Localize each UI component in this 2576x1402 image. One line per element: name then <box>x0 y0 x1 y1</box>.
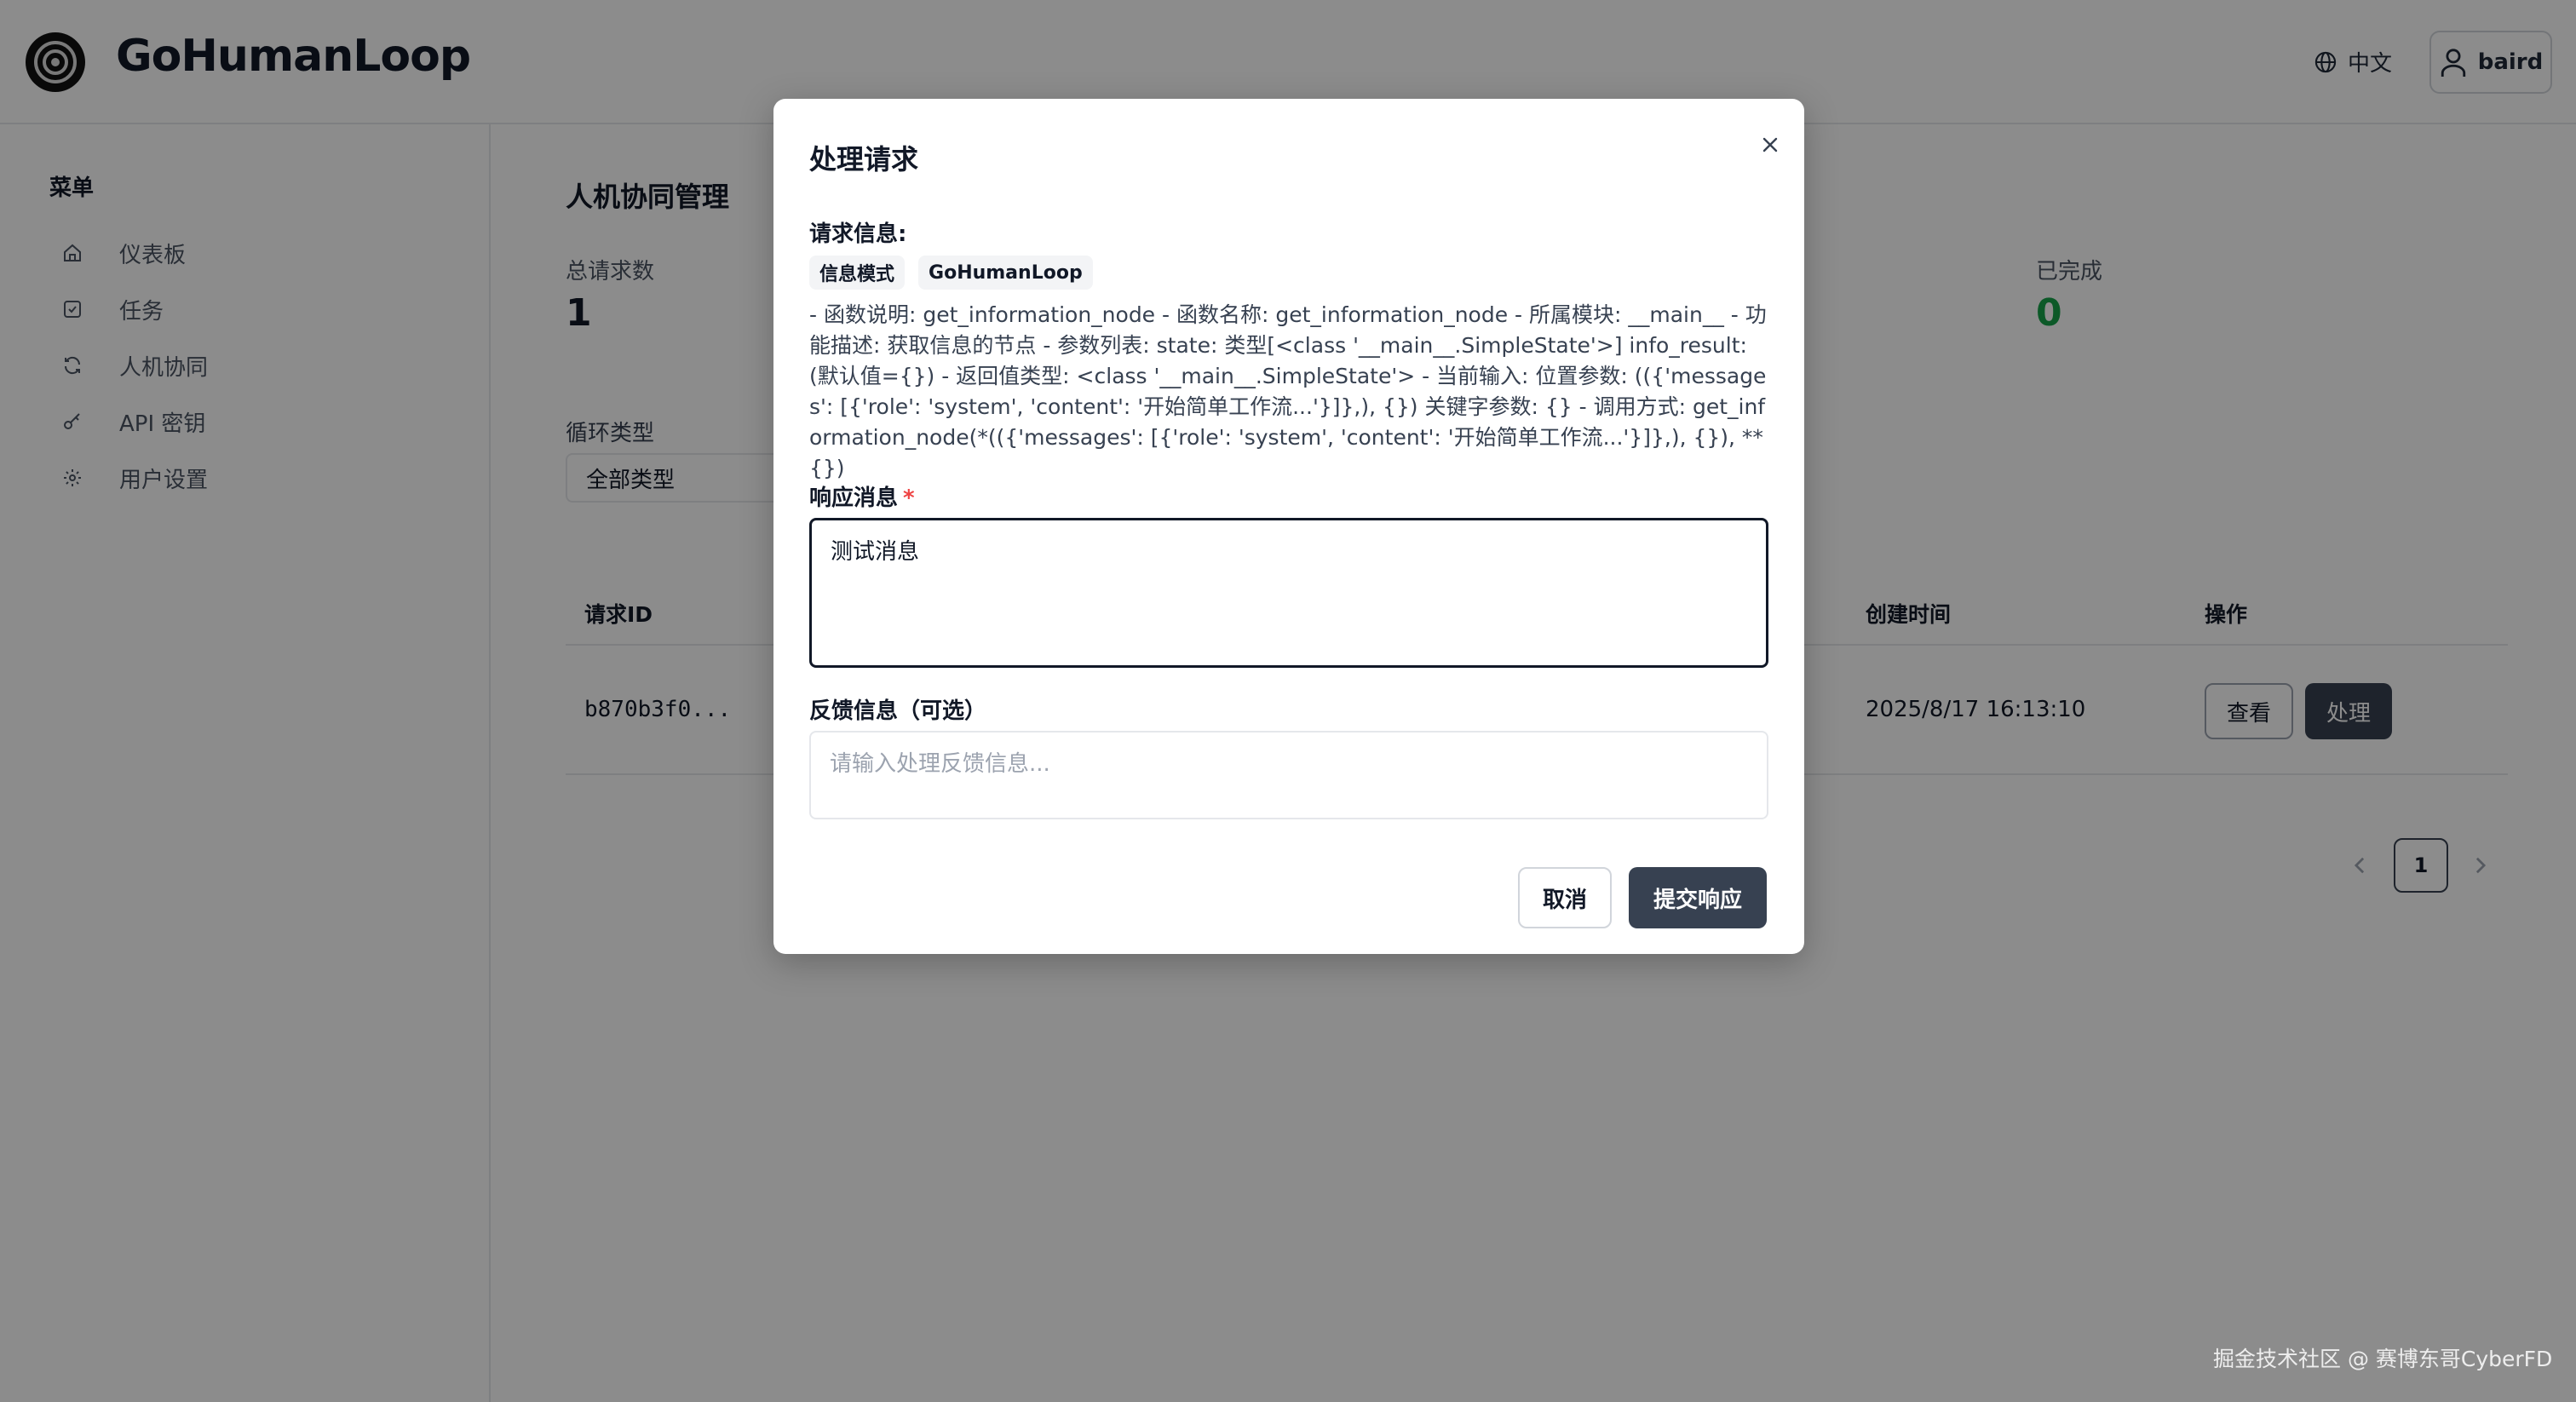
cancel-button[interactable]: 取消 <box>1518 867 1612 928</box>
tag-mode: 信息模式 <box>809 256 906 290</box>
feedback-input[interactable] <box>809 731 1768 819</box>
request-info-label: 请求信息: <box>809 221 907 247</box>
tag-source: GoHumanLoop <box>918 256 1093 290</box>
request-description: - 函数说明: get_information_node - 函数名称: get… <box>809 302 1767 480</box>
process-request-dialog: 处理请求 请求信息: 信息模式 GoHumanLoop - 函数说明: get_… <box>773 99 1804 954</box>
request-tags: 信息模式 GoHumanLoop <box>809 256 1093 290</box>
required-mark: * <box>903 486 915 511</box>
close-icon <box>1762 137 1778 152</box>
submit-response-button[interactable]: 提交响应 <box>1629 867 1767 928</box>
watermark: 掘金技术社区 @ 赛博东哥CyberFD <box>2213 1347 2553 1371</box>
response-message-input[interactable] <box>809 518 1768 668</box>
feedback-label: 反馈信息（可选） <box>809 698 987 724</box>
response-message-label: 响应消息 * <box>809 480 915 512</box>
response-label-text: 响应消息 <box>809 486 899 511</box>
close-button[interactable] <box>1750 124 1791 165</box>
dialog-title: 处理请求 <box>809 143 919 175</box>
